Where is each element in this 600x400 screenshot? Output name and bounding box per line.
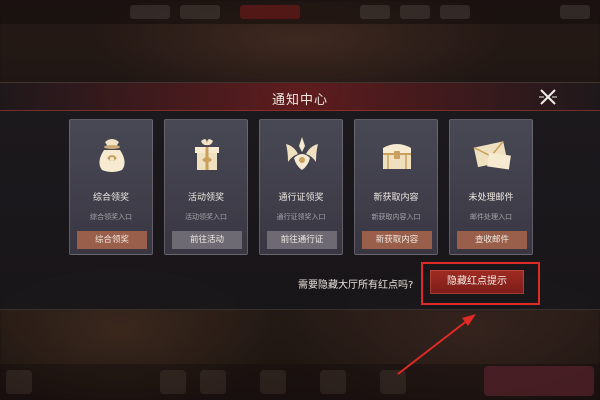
comprehensive-rewards-button[interactable]: 综合领奖 [77, 231, 147, 249]
fortune-bag-icon [90, 132, 134, 176]
card-subtitle: 新获取内容入口 [371, 213, 421, 221]
card-event-rewards[interactable]: 活动领奖 活动领奖入口 前往活动 [164, 119, 248, 255]
check-mail-button[interactable]: 查收邮件 [457, 231, 527, 249]
card-subtitle: 邮件处理入口 [470, 213, 512, 221]
card-title: 新获取内容 [373, 193, 419, 203]
close-button[interactable] [536, 85, 560, 109]
card-unread-mail[interactable]: 未处理邮件 邮件处理入口 查收邮件 [449, 119, 533, 255]
card-title: 未处理邮件 [468, 193, 514, 203]
card-subtitle: 活动领奖入口 [185, 213, 227, 221]
go-to-events-button[interactable]: 前往活动 [172, 231, 242, 249]
pass-emblem-icon [280, 132, 324, 176]
close-icon [539, 89, 557, 105]
card-new-content[interactable]: 新获取内容 新获取内容入口 新获取内容 [354, 119, 438, 255]
card-title: 通行证领奖 [278, 193, 324, 203]
dialog-title: 通知中心 [271, 93, 328, 108]
highlight-box [421, 262, 540, 305]
go-to-pass-button[interactable]: 前往通行证 [267, 231, 337, 249]
mail-envelope-icon [470, 132, 514, 176]
new-content-button[interactable]: 新获取内容 [362, 231, 432, 249]
gift-box-icon [185, 132, 229, 176]
hide-red-dots-question: 需要隐藏大厅所有红点吗? [298, 280, 414, 291]
card-subtitle: 综合领奖入口 [90, 213, 132, 221]
card-comprehensive-rewards[interactable]: 综合领奖 综合领奖入口 综合领奖 [69, 119, 153, 255]
card-subtitle: 通行证领奖入口 [276, 213, 326, 221]
card-title: 综合领奖 [92, 193, 129, 203]
card-title: 活动领奖 [187, 193, 224, 203]
dialog-title-bar: 通知中心 [0, 83, 600, 111]
card-pass-rewards[interactable]: 通行证领奖 通行证领奖入口 前往通行证 [259, 119, 343, 255]
treasure-chest-icon [375, 132, 419, 176]
